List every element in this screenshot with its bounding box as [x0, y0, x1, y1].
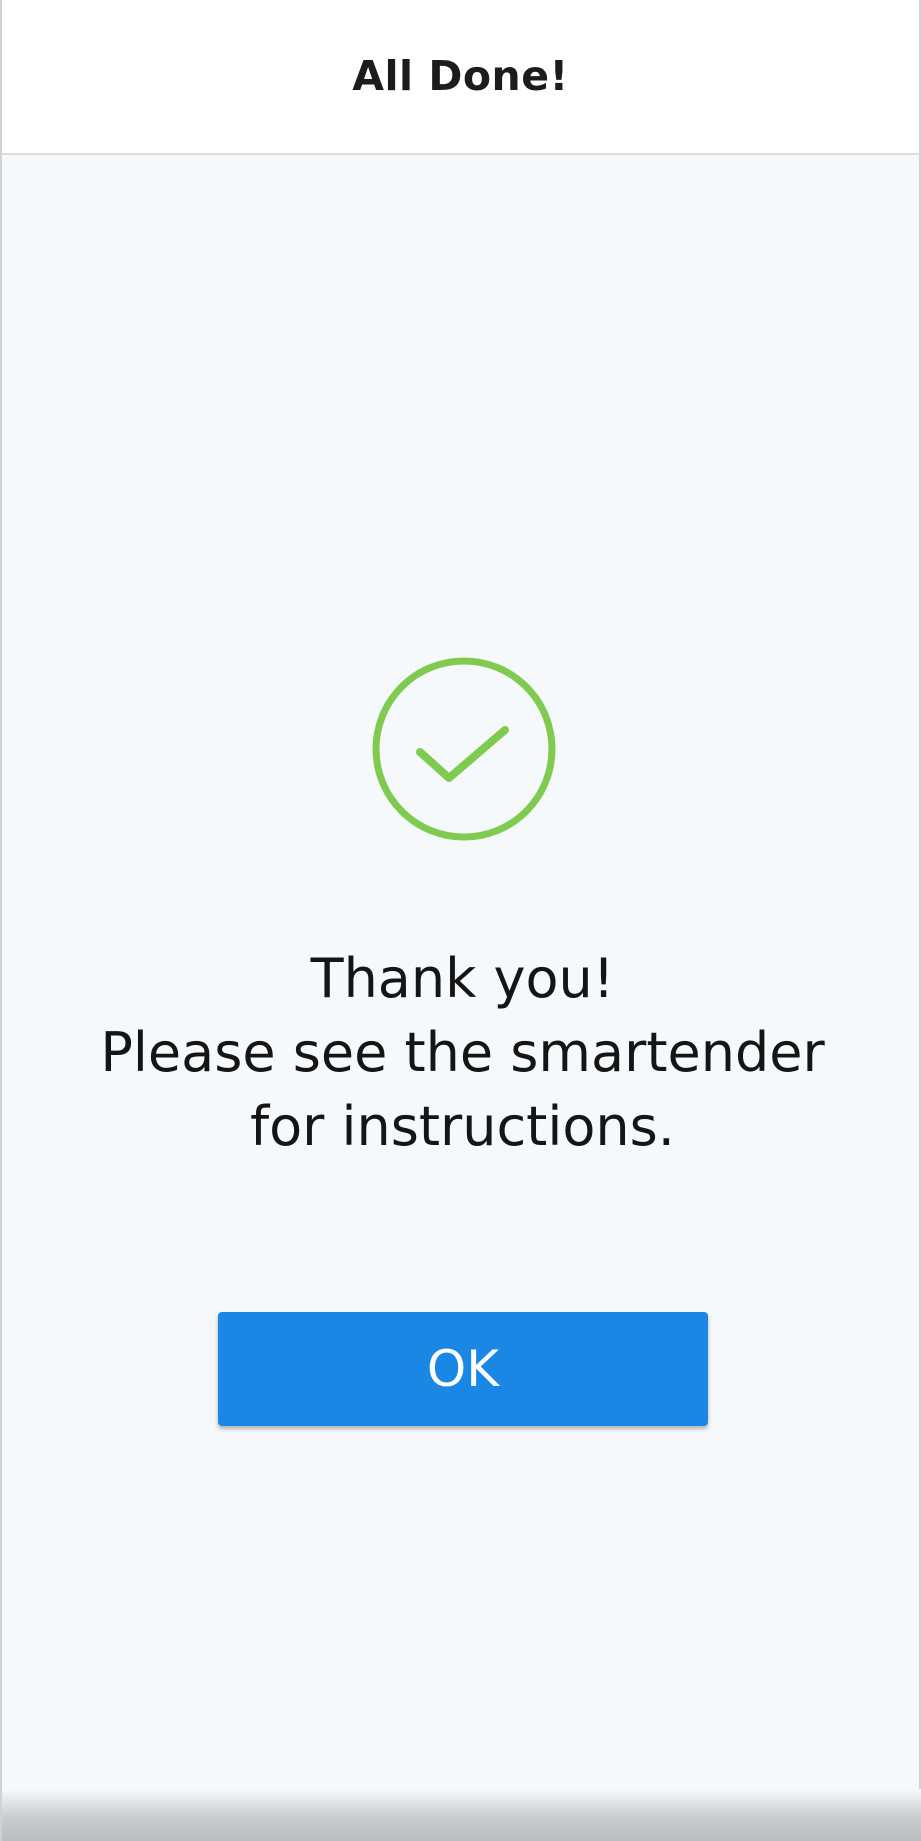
- header-bar: All Done!: [2, 0, 919, 155]
- success-checkmark-icon: [371, 656, 557, 842]
- page-title: All Done!: [352, 51, 569, 100]
- message-line-instructions-1: Please see the smartender: [100, 1021, 825, 1084]
- ok-button[interactable]: OK: [218, 1312, 708, 1426]
- screen: All Done! Thank you! Please see the smar…: [0, 0, 921, 1841]
- message-line-instructions-2: for instructions.: [250, 1095, 675, 1158]
- bottom-edge-shadow: [2, 1789, 921, 1841]
- check-mark-stroke: [416, 726, 509, 782]
- message-line-thanks: Thank you!: [310, 947, 615, 1010]
- check-circle-outline: [372, 657, 556, 841]
- checkmark-circle-icon: [372, 657, 556, 841]
- confirmation-message: Thank you! Please see the smartender for…: [2, 942, 921, 1164]
